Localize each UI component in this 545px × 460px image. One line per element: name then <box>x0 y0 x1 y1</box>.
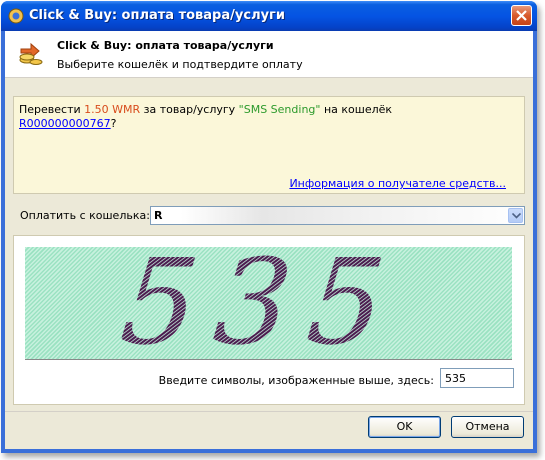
wallet-select[interactable]: R <box>150 206 525 225</box>
dialog-body: Click & Buy: оплата товара/услуги Выбери… <box>5 31 533 449</box>
title-bar[interactable]: Click & Buy: оплата товара/услуги <box>1 1 537 31</box>
info-question: ? <box>110 117 117 130</box>
dialog-header: Click & Buy: оплата товара/услуги Выбери… <box>5 31 533 78</box>
captcha-image: 535 <box>25 247 512 359</box>
wallet-line: R000000000767? <box>19 117 116 130</box>
recipient-wallet-link[interactable]: R000000000767 <box>19 117 111 130</box>
chevron-down-icon <box>512 213 521 219</box>
header-subtitle: Выберите кошелёк и подтвердите оплату <box>57 58 303 71</box>
wallet-select-label: Оплатить с кошелька: <box>20 209 150 222</box>
captcha-prompt: Введите символы, изображенные выше, здес… <box>158 374 434 387</box>
wallet-dropdown-button[interactable] <box>508 208 523 223</box>
footer-divider <box>5 411 533 412</box>
info-mid: за товар/услугу <box>140 103 239 116</box>
header-title: Click & Buy: оплата товара/услуги <box>57 39 274 52</box>
payment-description: Перевести 1.50 WMR за товар/услугу "SMS … <box>19 103 392 116</box>
close-button[interactable] <box>511 5 532 26</box>
info-prefix: Перевести <box>19 103 85 116</box>
captcha-input[interactable] <box>440 368 514 388</box>
ok-button[interactable]: OK <box>368 416 441 438</box>
service-name: "SMS Sending" <box>238 103 321 116</box>
webmoney-icon <box>8 8 24 24</box>
captcha-digits: 535 <box>115 247 409 359</box>
cancel-button[interactable]: Отмена <box>451 416 524 438</box>
window-title: Click & Buy: оплата товара/услуги <box>29 8 285 23</box>
payment-info-box: Перевести 1.50 WMR за товар/услугу "SMS … <box>13 96 525 194</box>
recipient-info-link[interactable]: Информация о получателе средств... <box>289 177 506 190</box>
info-suffix: на кошелёк <box>320 103 393 116</box>
coins-transfer-icon <box>17 39 45 67</box>
wallet-select-value: R <box>154 209 163 222</box>
dialog-window: Click & Buy: оплата товара/услуги Click … <box>1 1 537 453</box>
captcha-separator <box>25 359 512 360</box>
payment-amount: 1.50 WMR <box>84 103 141 116</box>
captcha-panel: 535 Введите символы, изображенные выше, … <box>13 235 525 405</box>
